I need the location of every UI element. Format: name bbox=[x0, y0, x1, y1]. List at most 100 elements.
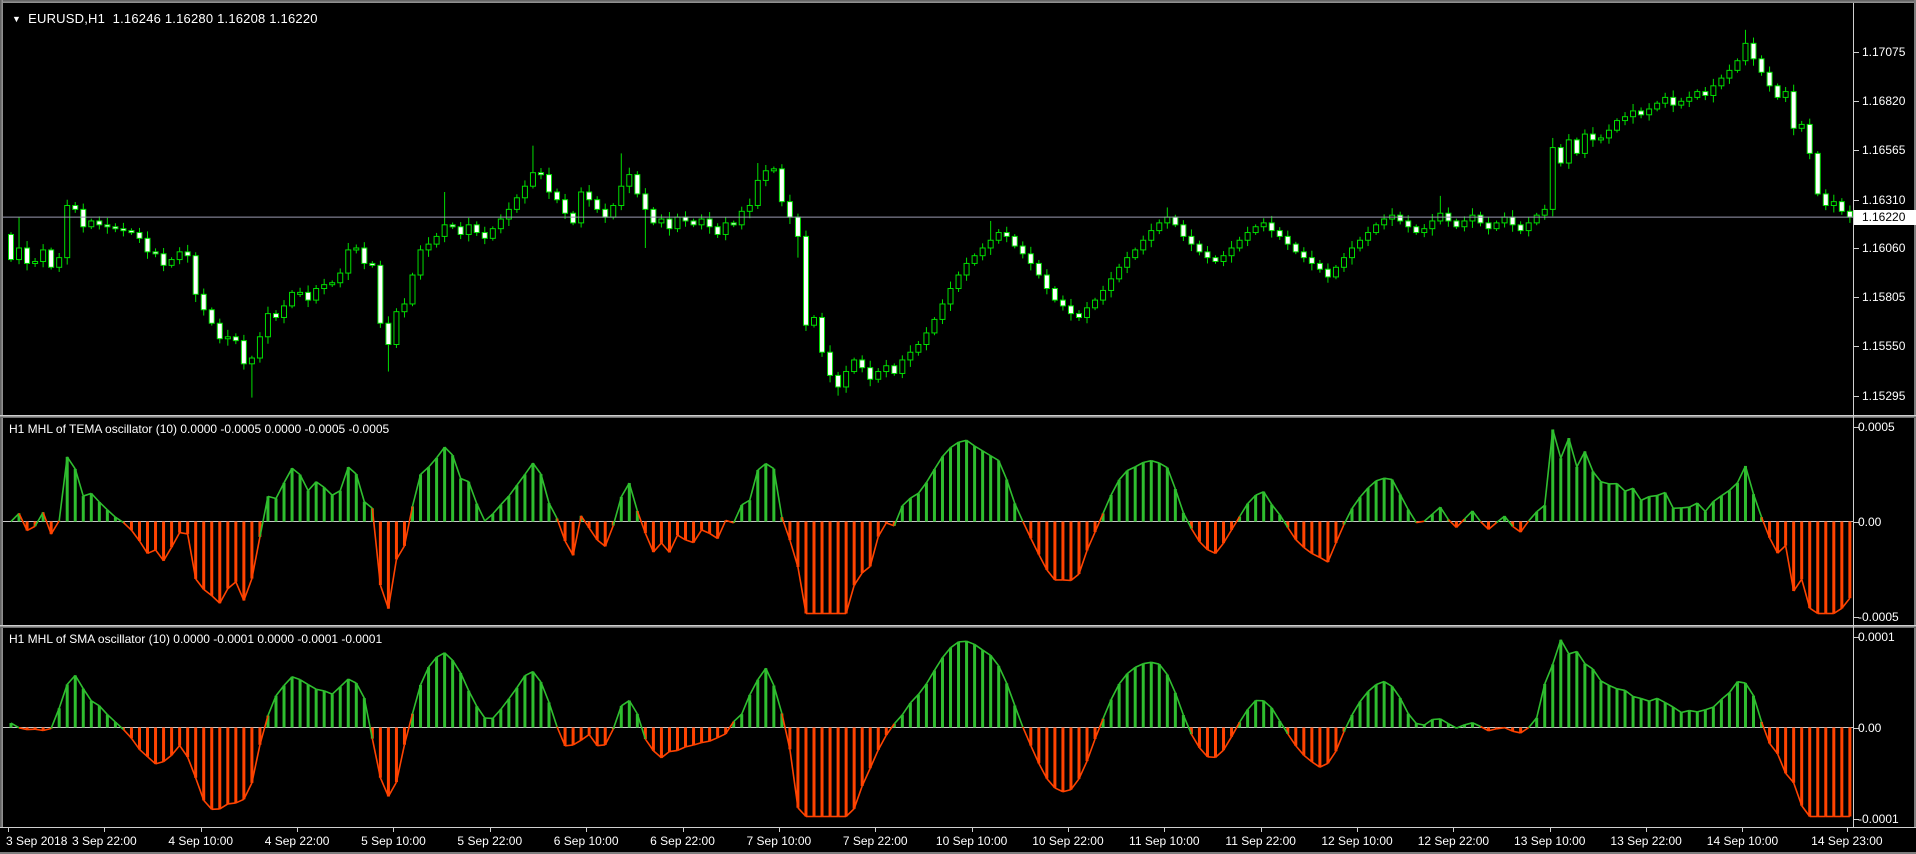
candle bbox=[658, 214, 665, 228]
sma-oscillator-histogram[interactable] bbox=[3, 628, 1853, 827]
candle bbox=[248, 355, 255, 398]
candle bbox=[923, 327, 930, 351]
price-tick bbox=[1854, 247, 1859, 249]
candle bbox=[313, 285, 320, 304]
sma-oscillator-panel[interactable]: H1 MHL of SMA oscillator (10) 0.0000 -0.… bbox=[3, 628, 1914, 827]
price-axis-label: 1.15550 bbox=[1862, 339, 1906, 354]
candle bbox=[1308, 250, 1315, 271]
candle bbox=[80, 203, 87, 233]
candle bbox=[224, 329, 231, 346]
sma-oscillator-title: H1 MHL of SMA oscillator (10) 0.0000 -0.… bbox=[9, 632, 383, 646]
candle bbox=[602, 203, 609, 223]
candle bbox=[730, 220, 737, 228]
candle bbox=[32, 258, 39, 267]
price-tick bbox=[1854, 297, 1859, 299]
candle bbox=[1100, 285, 1107, 305]
candle bbox=[160, 247, 167, 272]
candle bbox=[1734, 58, 1741, 73]
candle bbox=[473, 221, 480, 237]
candle bbox=[851, 357, 858, 374]
candle bbox=[128, 228, 135, 235]
candle bbox=[168, 257, 175, 268]
price-axis[interactable]: 1.16220 1.17075 1.16820 1.16565 1.16310 1.16… bbox=[1853, 3, 1916, 827]
collapse-arrow-icon[interactable]: ▼ bbox=[12, 14, 21, 24]
candle bbox=[907, 345, 914, 367]
candle bbox=[329, 280, 336, 287]
candle bbox=[1581, 129, 1588, 159]
candle bbox=[1051, 286, 1058, 303]
time-tick bbox=[971, 828, 973, 832]
candle bbox=[682, 211, 689, 227]
candle bbox=[1477, 211, 1484, 227]
candle bbox=[1204, 246, 1211, 264]
candle bbox=[152, 248, 159, 258]
candle bbox=[1116, 263, 1123, 283]
price-axis-label: 1.16565 bbox=[1862, 143, 1906, 158]
time-axis-label: 7 Sep 22:00 bbox=[842, 834, 908, 848]
candle bbox=[867, 360, 874, 387]
candle bbox=[1798, 120, 1805, 132]
candle bbox=[666, 212, 673, 236]
candle bbox=[505, 202, 512, 226]
candle bbox=[513, 194, 520, 213]
candle bbox=[184, 244, 191, 263]
candle bbox=[433, 232, 440, 248]
candle bbox=[1300, 247, 1307, 263]
candle bbox=[425, 237, 432, 257]
time-tick bbox=[1549, 828, 1551, 832]
candle bbox=[1646, 103, 1653, 121]
candle bbox=[1654, 100, 1661, 112]
candle bbox=[738, 206, 745, 230]
histogram-contour-line bbox=[10, 639, 1850, 818]
candle bbox=[521, 180, 528, 204]
candle bbox=[859, 355, 866, 373]
tema-oscillator-panel[interactable]: H1 MHL of TEMA oscillator (10) 0.0000 -0… bbox=[3, 418, 1914, 625]
candle bbox=[1501, 212, 1508, 228]
candle bbox=[1180, 220, 1187, 242]
candle bbox=[1092, 297, 1099, 311]
time-tick bbox=[1260, 828, 1262, 832]
time-axis[interactable]: 3 Sep 2018 3 Sep 22:00 4 Sep 10:00 4 Sep 22… bbox=[0, 827, 1916, 852]
candle bbox=[955, 271, 962, 292]
candle bbox=[618, 153, 625, 211]
candle bbox=[811, 315, 817, 328]
candle bbox=[1750, 37, 1757, 66]
candle bbox=[537, 168, 544, 180]
candle bbox=[1332, 264, 1339, 280]
time-axis-label: 5 Sep 10:00 bbox=[361, 834, 426, 848]
candle bbox=[56, 253, 63, 272]
candle bbox=[1421, 224, 1428, 238]
candle bbox=[1517, 221, 1524, 235]
candle bbox=[1790, 84, 1797, 136]
price-axis-label: 1.16310 bbox=[1862, 192, 1906, 207]
mt4-chart-window: ▼ EURUSD,H1 1.16246 1.16280 1.16208 1.162… bbox=[0, 0, 1916, 854]
candle bbox=[1573, 137, 1580, 156]
candle bbox=[192, 252, 199, 303]
candle bbox=[979, 243, 986, 261]
time-tick bbox=[1646, 828, 1648, 832]
candle bbox=[650, 207, 657, 226]
candle bbox=[64, 199, 71, 265]
tema-oscillator-histogram[interactable] bbox=[3, 418, 1853, 625]
candlestick-chart[interactable] bbox=[3, 3, 1853, 415]
candle bbox=[634, 171, 641, 198]
candle bbox=[554, 188, 561, 204]
time-tick bbox=[1742, 828, 1744, 832]
candle bbox=[586, 185, 593, 207]
candle bbox=[963, 257, 970, 281]
candle bbox=[1726, 64, 1733, 84]
price-chart-panel[interactable]: ▼ EURUSD,H1 1.16246 1.16280 1.16208 1.162… bbox=[3, 3, 1914, 415]
candle bbox=[1373, 222, 1380, 235]
candle bbox=[1806, 118, 1813, 160]
candle bbox=[770, 166, 777, 174]
candle bbox=[529, 145, 536, 189]
candle bbox=[232, 333, 239, 345]
candle bbox=[144, 231, 151, 259]
candle bbox=[1774, 83, 1781, 100]
candle bbox=[1188, 229, 1195, 252]
candle bbox=[1164, 207, 1171, 229]
candle bbox=[1236, 236, 1243, 252]
candle bbox=[1260, 218, 1267, 232]
time-axis-line bbox=[0, 827, 1916, 828]
candle bbox=[1782, 86, 1789, 103]
